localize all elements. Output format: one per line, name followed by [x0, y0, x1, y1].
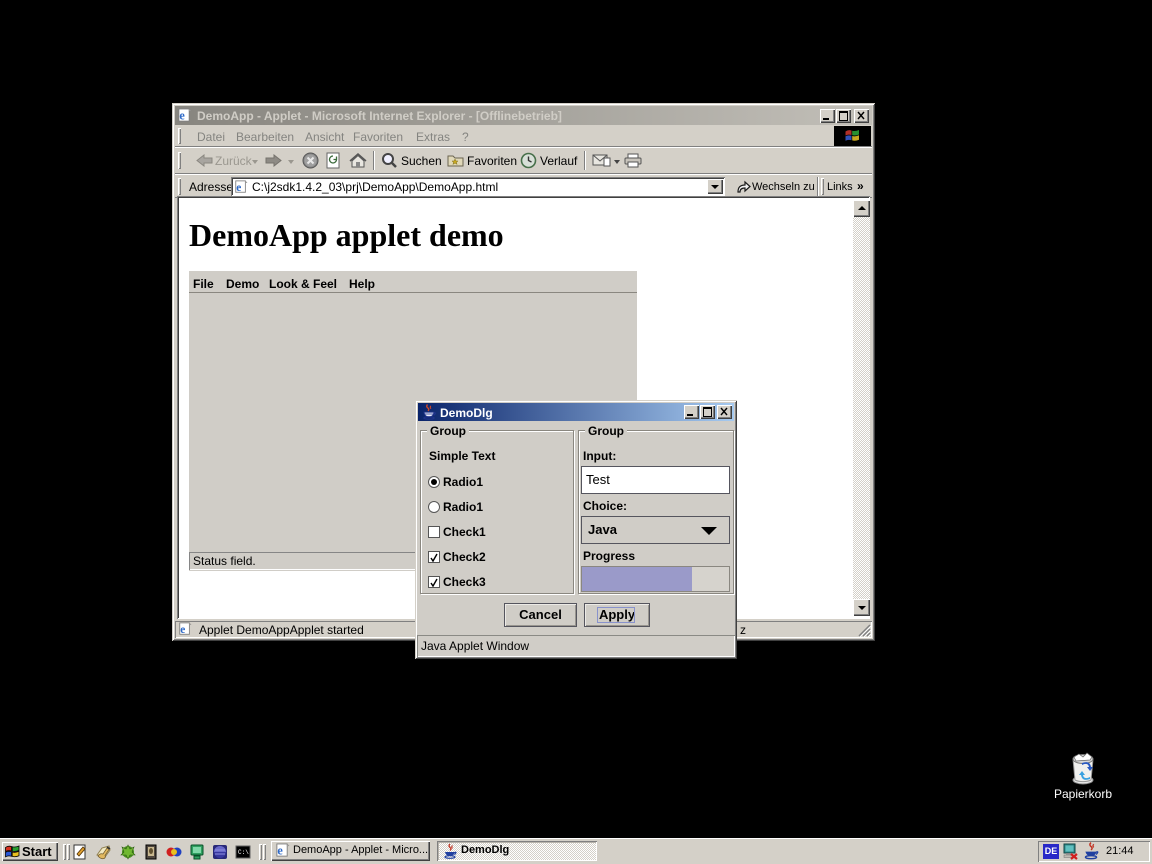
svg-text:e: e — [179, 109, 185, 123]
svg-text:e: e — [180, 624, 185, 636]
svg-text:e: e — [236, 182, 241, 194]
svg-text:e: e — [277, 844, 283, 858]
svg-text:C:\: C:\ — [238, 849, 249, 856]
